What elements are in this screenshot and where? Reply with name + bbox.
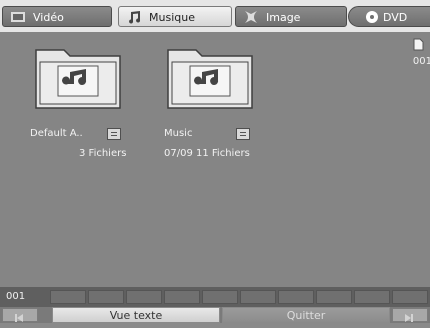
strip-cell (354, 290, 390, 304)
video-icon (11, 12, 25, 22)
strip-cell (240, 290, 276, 304)
tab-label: Musique (149, 11, 195, 24)
status-strip: 001 (0, 287, 430, 307)
bottom-button-bar: Vue texte Quitter (0, 307, 430, 323)
strip-cell (392, 290, 428, 304)
tab-label: DVD (383, 11, 408, 24)
image-icon (245, 11, 257, 23)
tab-label: Image (266, 11, 301, 24)
tab-dvd[interactable]: DVD (348, 6, 430, 27)
strip-cell (50, 290, 86, 304)
text-view-button[interactable]: Vue texte (52, 307, 220, 323)
top-tab-bar: Vidéo Musique Image DVD (0, 0, 430, 32)
previous-icon (15, 314, 23, 322)
folder-info: 07/09 11 Fichiers (164, 148, 250, 159)
disc-icon (366, 11, 378, 23)
music-folder-icon (167, 49, 253, 109)
folder-name: Default A.. (30, 128, 83, 139)
quit-button[interactable]: Quitter (222, 307, 390, 323)
strip-cell (126, 290, 162, 304)
strip-cell (316, 290, 352, 304)
side-counter: 001 (412, 56, 430, 67)
tab-image[interactable]: Image (235, 6, 347, 27)
next-page-button[interactable] (392, 308, 428, 322)
previous-page-button[interactable] (2, 308, 38, 322)
tab-video[interactable]: Vidéo (2, 6, 112, 27)
document-icon (236, 128, 250, 140)
document-icon (107, 128, 121, 140)
strip-cell (202, 290, 238, 304)
strip-cell (164, 290, 200, 304)
tab-label: Vidéo (33, 11, 64, 24)
music-folder-icon (35, 49, 121, 109)
page-number: 001 (6, 291, 26, 302)
folder-name: Music (164, 128, 193, 139)
strip-cell (278, 290, 314, 304)
document-icon (413, 38, 424, 51)
music-note-icon (129, 11, 141, 24)
folder-info: 3 Fichiers (79, 148, 127, 159)
strip-cell (88, 290, 124, 304)
next-icon (405, 314, 413, 322)
file-browser-area: Default A.. 3 Fichiers Music 07/09 11 Fi… (0, 32, 430, 287)
tab-music[interactable]: Musique (118, 6, 232, 27)
